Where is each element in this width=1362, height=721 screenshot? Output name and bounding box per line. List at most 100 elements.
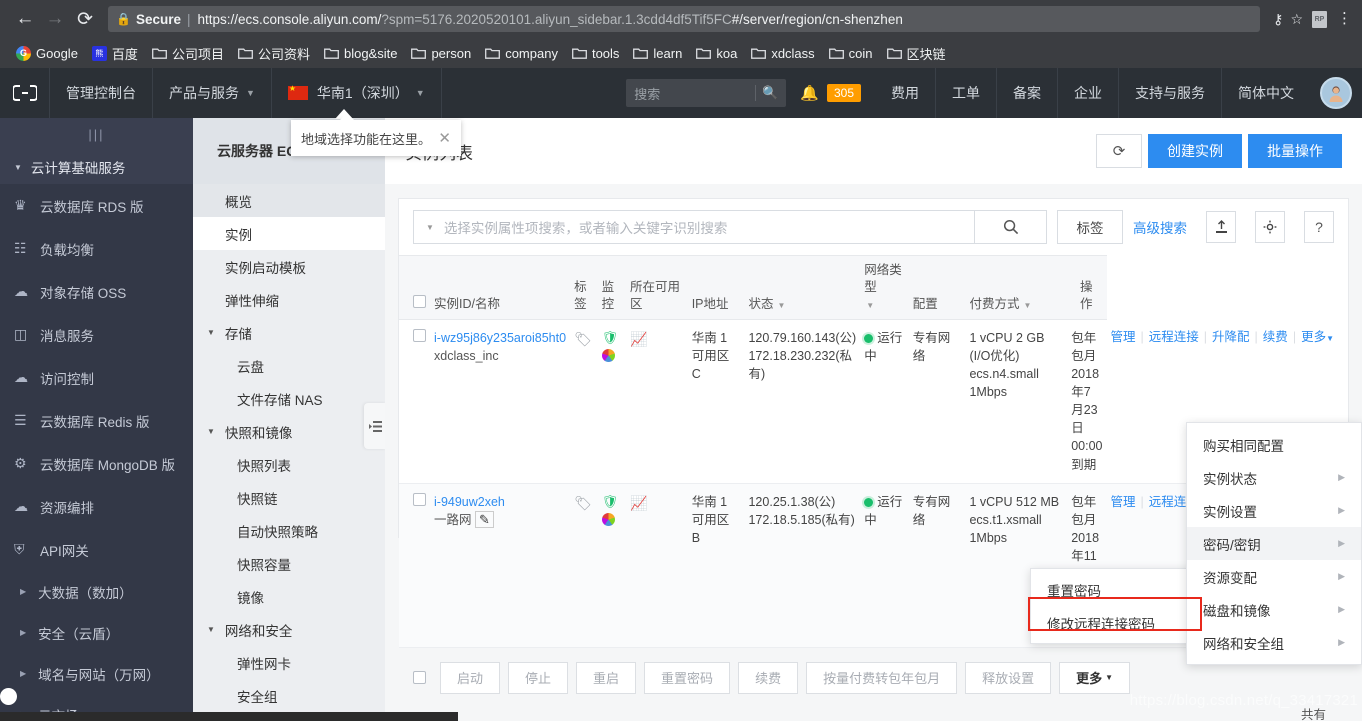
more-menu-item-5[interactable]: 磁盘和镜像 ▶ — [1187, 593, 1361, 626]
select-all-checkbox[interactable] — [413, 294, 426, 308]
instance-id-link[interactable]: i-wz95j86y235aroi85ht0 — [434, 329, 566, 347]
bulk-select-checkbox[interactable] — [413, 671, 426, 685]
chart-icon[interactable]: 📈 — [630, 331, 647, 347]
row-op-1[interactable]: 远程连接 — [1149, 330, 1199, 344]
bookmark-item3[interactable]: 公司资料 — [232, 42, 316, 65]
ecs-nav-item-10[interactable]: 自动快照策略 — [193, 514, 385, 547]
row-checkbox[interactable] — [413, 492, 426, 506]
bookmark-koa[interactable]: koa — [690, 44, 743, 63]
sidebar-item-2[interactable]: ☁ 对象存储 OSS — [0, 270, 193, 313]
sidebar-item-1[interactable]: ☷ 负载均衡 — [0, 227, 193, 270]
row-op-2[interactable]: 升降配 — [1212, 330, 1250, 344]
ecs-nav-item-3[interactable]: 弹性伸缩 — [193, 283, 385, 316]
sidebar-group-1[interactable]: ▶ 安全（云盾） — [0, 612, 193, 653]
reload-icon[interactable]: ⟳ — [70, 4, 100, 34]
shield-icon[interactable]: 🛡 — [602, 493, 622, 512]
col-status[interactable]: 状态 ▼ — [744, 255, 861, 320]
bookmark-company[interactable]: company — [479, 44, 564, 63]
row-op-4[interactable]: 更多▼ — [1301, 330, 1334, 344]
ecs-nav-item-2[interactable]: 实例启动模板 — [193, 250, 385, 283]
address-bar[interactable]: 🔒 Secure | https://ecs.console.aliyun.co… — [108, 6, 1261, 32]
close-icon[interactable]: ✕ — [438, 129, 451, 147]
topbar-item-enterprise[interactable]: 企业 — [1058, 68, 1119, 118]
sidebar-group-2[interactable]: ▶ 域名与网站（万网） — [0, 653, 193, 694]
row-op-0[interactable]: 管理 — [1111, 495, 1136, 509]
key-icon[interactable]: ⚷ — [1273, 11, 1283, 28]
ecs-nav-item-11[interactable]: 快照容量 — [193, 547, 385, 580]
row-op-0[interactable]: 管理 — [1111, 330, 1136, 344]
ecs-nav-item-14[interactable]: 弹性网卡 — [193, 646, 385, 679]
advanced-search-link[interactable]: 高级搜索 — [1133, 217, 1187, 237]
gear-icon[interactable] — [1255, 211, 1285, 243]
help-icon[interactable]: ? — [1304, 211, 1334, 243]
sidebar-group-cloud-basics[interactable]: ▼ 云计算基础服务 — [0, 150, 193, 184]
col-network-type[interactable]: 网络类型 ▼ — [860, 255, 909, 320]
bulk-button-7[interactable]: 更多 ▼ — [1059, 661, 1131, 694]
ecs-nav-item-0[interactable]: 概览 — [193, 184, 385, 217]
sidebar-item-5[interactable]: ☰ 云数据库 Redis 版 — [0, 399, 193, 442]
batch-operation-button[interactable]: 批量操作 — [1248, 134, 1342, 168]
bulk-button-6[interactable]: 释放设置 — [965, 661, 1052, 694]
bulk-button-4[interactable]: 续费 — [738, 661, 799, 694]
more-menu-item-1[interactable]: 实例状态 ▶ — [1187, 461, 1361, 494]
bookmark-star-icon[interactable]: ☆ — [1290, 11, 1303, 28]
bookmark-item1[interactable]: 熊百度 — [86, 42, 144, 65]
refresh-button[interactable]: ⟳ — [1096, 134, 1142, 168]
sidebar-item-4[interactable]: ☁ 访问控制 — [0, 356, 193, 399]
bookmark-tools[interactable]: tools — [566, 44, 625, 63]
ecs-nav-item-6[interactable]: 文件存储 NAS — [193, 382, 385, 415]
more-menu-item-0[interactable]: 购买相同配置 — [1187, 428, 1361, 461]
bulk-button-2[interactable]: 重启 — [576, 661, 637, 694]
bookmark-xdclass[interactable]: xdclass — [745, 44, 820, 63]
topbar-item-language[interactable]: 简体中文 — [1222, 68, 1310, 118]
create-instance-button[interactable]: 创建实例 — [1148, 134, 1242, 168]
colorful-icon[interactable] — [601, 513, 615, 527]
ecs-nav-item-9[interactable]: 快照链 — [193, 481, 385, 514]
more-menu-item-3[interactable]: 密码/密钥 ▶ — [1187, 527, 1361, 560]
forward-icon[interactable]: → — [40, 4, 70, 34]
topbar-item-ticket[interactable]: 工单 — [936, 68, 997, 118]
ecs-nav-item-13[interactable]: ▼ 网络和安全 — [193, 613, 385, 646]
more-menu-item-2[interactable]: 实例设置 ▶ — [1187, 494, 1361, 527]
instance-id-link[interactable]: i-949uw2xeh — [434, 493, 566, 511]
search-icon[interactable]: 🔍 — [762, 85, 778, 101]
products-menu[interactable]: 产品与服务 ▼ — [153, 68, 272, 118]
sidebar-item-7[interactable]: ☁ 资源编排 — [0, 485, 193, 528]
bookmark-item12[interactable]: 区块链 — [881, 42, 952, 65]
tag-icon[interactable]: 🏷 — [574, 495, 592, 511]
sidebar-item-0[interactable]: ♛ 云数据库 RDS 版 — [0, 184, 193, 227]
menu-item-reset-password[interactable]: 重置密码 — [1031, 573, 1199, 606]
chart-icon[interactable]: 📈 — [630, 495, 647, 511]
row-op-3[interactable]: 续费 — [1263, 330, 1288, 344]
export-icon[interactable] — [1206, 211, 1236, 243]
avatar[interactable] — [1320, 77, 1352, 109]
bookmark-person[interactable]: person — [405, 44, 477, 63]
collapse-icon[interactable] — [364, 403, 385, 449]
scroll-indicator[interactable] — [0, 688, 17, 705]
region-selector[interactable]: 华南1（深圳） ▼ — [272, 68, 442, 118]
back-icon[interactable]: ← — [10, 4, 40, 34]
search-input[interactable]: 搜索 🔍 — [626, 79, 787, 107]
bookmark-coin[interactable]: coin — [823, 44, 879, 63]
bookmark-item2[interactable]: 公司项目 — [146, 42, 230, 65]
sidebar-group-0[interactable]: ▶ 大数据（数加） — [0, 571, 193, 612]
search-button[interactable] — [975, 210, 1047, 244]
bulk-button-3[interactable]: 重置密码 — [644, 661, 731, 694]
chrome-menu-icon[interactable]: ⋮ — [1337, 11, 1352, 26]
shield-icon[interactable]: 🛡 — [602, 329, 622, 348]
notifications[interactable]: 🔔 305 — [796, 68, 875, 118]
tag-button[interactable]: 标签 — [1057, 210, 1123, 244]
bookmark-blogsite[interactable]: blog&site — [318, 44, 403, 63]
aliyun-logo-icon[interactable] — [0, 68, 50, 118]
tag-icon[interactable]: 🏷 — [574, 331, 592, 347]
console-link[interactable]: 管理控制台 — [50, 68, 153, 118]
extension-icon[interactable]: RP — [1312, 10, 1327, 28]
ecs-nav-item-12[interactable]: 镜像 — [193, 580, 385, 613]
more-menu-item-4[interactable]: 资源变配 ▶ — [1187, 560, 1361, 593]
col-pay-type[interactable]: 付费方式 ▼ — [965, 255, 1068, 320]
sidebar-item-8[interactable]: ⛨ API网关 — [0, 528, 193, 571]
pencil-icon[interactable]: ✎ — [474, 510, 494, 528]
row-checkbox[interactable] — [413, 328, 426, 342]
bulk-button-1[interactable]: 停止 — [508, 661, 569, 694]
ecs-nav-item-4[interactable]: ▼ 存储 — [193, 316, 385, 349]
